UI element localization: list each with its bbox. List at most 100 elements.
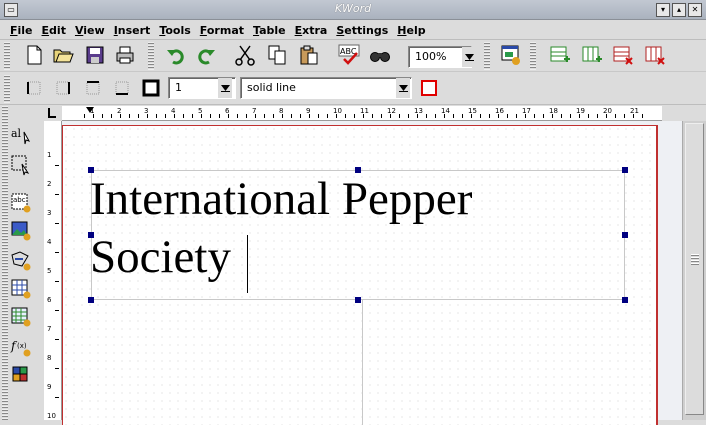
- ruler-label: 19: [576, 107, 585, 115]
- ruler-tick: [570, 114, 571, 118]
- ruler-tick: [246, 114, 247, 118]
- picture-icon: [11, 221, 31, 241]
- border-top-button[interactable]: [80, 75, 106, 101]
- copy-button[interactable]: [264, 42, 290, 68]
- menu-view[interactable]: View: [75, 24, 105, 37]
- page[interactable]: International Pepper Society: [62, 125, 658, 425]
- cut-button[interactable]: [232, 42, 258, 68]
- frame-resize-handle[interactable]: [622, 232, 628, 238]
- border-left-button[interactable]: [21, 75, 47, 101]
- vertical-ruler[interactable]: 1 2 3 4 5 6 7 8 9 10: [44, 121, 62, 420]
- open-button[interactable]: [50, 42, 76, 68]
- menu-format[interactable]: Format: [200, 24, 244, 37]
- frame-resize-handle[interactable]: [622, 297, 628, 303]
- frame-button[interactable]: [498, 42, 524, 68]
- border-all-button[interactable]: [138, 75, 164, 101]
- menu-file[interactable]: File: [10, 24, 33, 37]
- frame-resize-handle[interactable]: [88, 232, 94, 238]
- part-icon: [12, 366, 28, 382]
- insert-row-button[interactable]: [547, 42, 573, 68]
- select-icon: [11, 155, 30, 176]
- maximize-button[interactable]: ▴: [672, 3, 686, 17]
- redo-button[interactable]: [193, 42, 219, 68]
- ruler-tick: [399, 114, 400, 118]
- insert-column-button[interactable]: [579, 42, 605, 68]
- ruler-label: 16: [495, 107, 504, 115]
- window-title: KWord: [334, 2, 372, 15]
- spellcheck-button[interactable]: ABC: [336, 42, 362, 68]
- edit-text-tool[interactable]: al: [8, 122, 34, 148]
- toolbar-handle[interactable]: [4, 42, 10, 70]
- copy-icon: [268, 45, 286, 65]
- menu-table[interactable]: Table: [253, 24, 286, 37]
- indent-marker-icon[interactable]: [86, 107, 94, 113]
- toolbar-handle[interactable]: [4, 75, 10, 103]
- create-picture-tool[interactable]: [8, 218, 34, 244]
- ruler-label: 2: [47, 180, 52, 188]
- frame-resize-handle[interactable]: [355, 297, 361, 303]
- menu-settings[interactable]: Settings: [336, 24, 388, 37]
- border-bottom-button[interactable]: [109, 75, 135, 101]
- delete-column-button[interactable]: [642, 42, 668, 68]
- save-button[interactable]: [82, 42, 108, 68]
- frame-resize-handle[interactable]: [88, 297, 94, 303]
- paste-button[interactable]: [296, 42, 322, 68]
- ruler-tick: [624, 114, 625, 118]
- toolbar-separator: [148, 42, 154, 70]
- create-clipart-tool[interactable]: [8, 248, 34, 274]
- document-line-1[interactable]: International Pepper: [90, 171, 472, 227]
- create-text-frame-tool[interactable]: abc: [8, 190, 34, 216]
- ruler-tick: [336, 114, 337, 118]
- new-button[interactable]: [21, 42, 47, 68]
- border-style-combobox[interactable]: solid line: [240, 77, 412, 99]
- create-spreadsheet-tool[interactable]: [8, 304, 34, 330]
- menu-insert[interactable]: Insert: [114, 24, 151, 37]
- ruler-tick: [55, 252, 59, 253]
- document-line-2[interactable]: Society: [90, 229, 231, 285]
- create-formula-tool[interactable]: f (x): [8, 334, 34, 360]
- ruler-tick: [354, 114, 355, 118]
- spellcheck-icon: ABC: [338, 44, 360, 65]
- horizontal-ruler[interactable]: 1 2 3 4 5 6 7 8 9 10 11 12 13 14 15 16 17 18 19 20 21: [62, 106, 662, 121]
- border-all-icon: [142, 79, 160, 97]
- delete-row-button[interactable]: [610, 42, 636, 68]
- find-button[interactable]: [367, 42, 393, 68]
- menu-help[interactable]: Help: [397, 24, 425, 37]
- menu-tools[interactable]: Tools: [159, 24, 190, 37]
- text-frame[interactable]: International Pepper Society: [90, 170, 625, 300]
- minimize-button[interactable]: ▾: [656, 3, 670, 17]
- border-width-dropdown-button[interactable]: [218, 78, 232, 98]
- vertical-scrollbar[interactable]: [682, 121, 706, 420]
- create-part-tool[interactable]: [8, 362, 34, 388]
- page-right-border: [656, 125, 658, 425]
- main-toolbar: ABC 100%: [0, 40, 706, 72]
- document-canvas[interactable]: International Pepper Society: [62, 121, 682, 425]
- menu-edit[interactable]: Edit: [42, 24, 66, 37]
- frame-resize-handle[interactable]: [355, 167, 361, 173]
- ruler-tick: [606, 114, 607, 118]
- close-button[interactable]: ✕: [688, 3, 702, 17]
- ruler-tick: [55, 223, 59, 224]
- border-style-dropdown-button[interactable]: [396, 78, 410, 98]
- tab-type-icon[interactable]: [48, 108, 56, 118]
- ruler-label: 12: [387, 107, 396, 115]
- ruler-tick: [543, 114, 544, 118]
- border-color-button[interactable]: [416, 75, 442, 101]
- create-table-tool[interactable]: [8, 276, 34, 302]
- frame-resize-handle[interactable]: [622, 167, 628, 173]
- select-frame-tool[interactable]: [8, 152, 34, 178]
- ruler-tick: [111, 114, 112, 118]
- border-right-button[interactable]: [50, 75, 76, 101]
- scrollbar-thumb[interactable]: [685, 123, 704, 415]
- menu-extra[interactable]: Extra: [295, 24, 328, 37]
- ruler-tick: [579, 114, 580, 118]
- ruler-tick: [561, 114, 562, 118]
- undo-button[interactable]: [163, 42, 189, 68]
- ruler-tick: [273, 114, 274, 118]
- table-delete-col-icon: [645, 46, 665, 65]
- ruler-tick: [327, 114, 328, 118]
- ruler-tick: [183, 114, 184, 118]
- print-button[interactable]: [112, 42, 138, 68]
- frame-resize-handle[interactable]: [88, 167, 94, 173]
- zoom-dropdown-button[interactable]: [462, 47, 476, 67]
